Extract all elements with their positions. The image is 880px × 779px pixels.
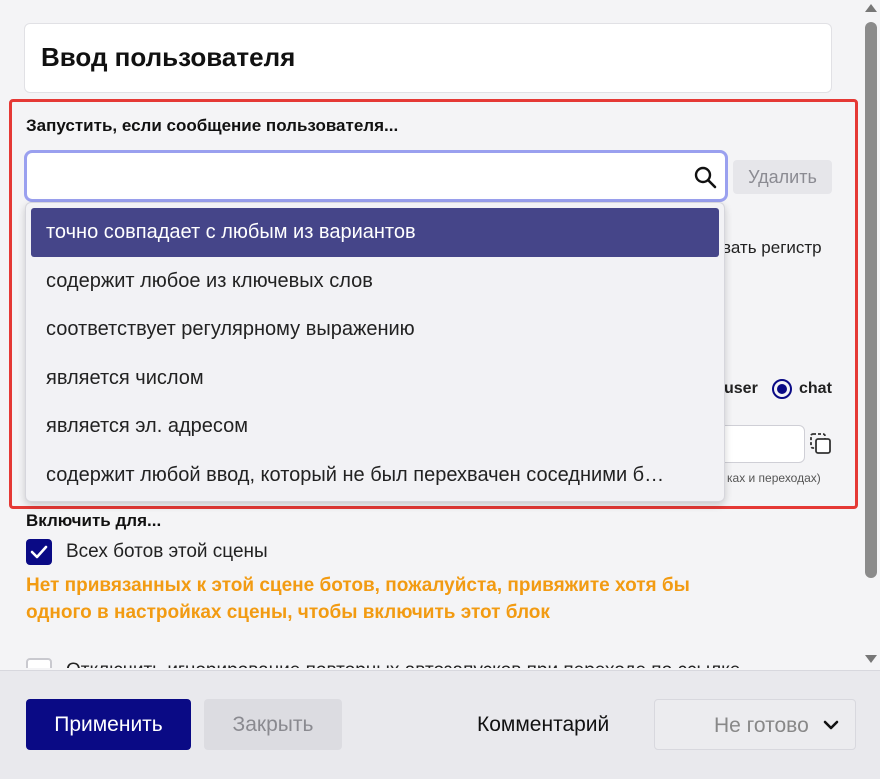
trigger-condition-input[interactable]: [24, 150, 728, 202]
disable-ignore-label: Отключить игнорирование повторных автоза…: [66, 660, 740, 668]
chevron-down-icon: [823, 720, 839, 730]
all-bots-label: Всех ботов этой сцены: [66, 541, 268, 562]
block-settings-panel: Ввод пользователя Запустить, если сообще…: [0, 0, 862, 668]
delete-button[interactable]: Удалить: [733, 160, 832, 194]
radio-chat[interactable]: [772, 379, 792, 399]
dropdown-option[interactable]: содержит любое из ключевых слов: [31, 257, 719, 306]
condition-dropdown: точно совпадает с любым из вариантов сод…: [25, 202, 725, 502]
copy-icon[interactable]: [810, 433, 832, 455]
status-select[interactable]: Не готово: [654, 699, 856, 750]
apply-button[interactable]: Применить: [26, 699, 191, 750]
radio-chat-label[interactable]: chat: [799, 380, 832, 398]
comment-button[interactable]: Комментарий: [477, 713, 609, 737]
dropdown-option[interactable]: является числом: [31, 354, 719, 403]
status-select-value: Не готово: [714, 714, 809, 737]
ignore-case-label: вать регистр: [722, 238, 822, 257]
block-title[interactable]: Ввод пользователя: [24, 23, 832, 93]
dropdown-option[interactable]: точно совпадает с любым из вариантов: [31, 208, 719, 257]
close-button[interactable]: Закрыть: [204, 699, 342, 750]
dropdown-option[interactable]: соответствует регулярному выражению: [31, 305, 719, 354]
scroll-down-arrow-icon[interactable]: [865, 655, 877, 663]
trigger-label: Запустить, если сообщение пользователя..…: [26, 116, 399, 135]
scroll-up-arrow-icon[interactable]: [865, 4, 877, 12]
variable-hint: ках и переходах): [727, 471, 821, 485]
dropdown-option[interactable]: содержит любой ввод, который не был пере…: [31, 451, 719, 500]
enable-for-label: Включить для...: [26, 511, 162, 530]
disable-ignore-checkbox[interactable]: [26, 658, 52, 668]
search-icon: [694, 166, 717, 189]
checkmark-icon: [30, 545, 48, 559]
no-bots-warning: Нет привязанных к этой сцене ботов, пожа…: [26, 575, 690, 623]
all-bots-checkbox[interactable]: [26, 539, 52, 565]
scrollbar-thumb[interactable]: [865, 22, 877, 578]
radio-user-label[interactable]: user: [724, 380, 758, 398]
dropdown-option[interactable]: является эл. адресом: [31, 402, 719, 451]
